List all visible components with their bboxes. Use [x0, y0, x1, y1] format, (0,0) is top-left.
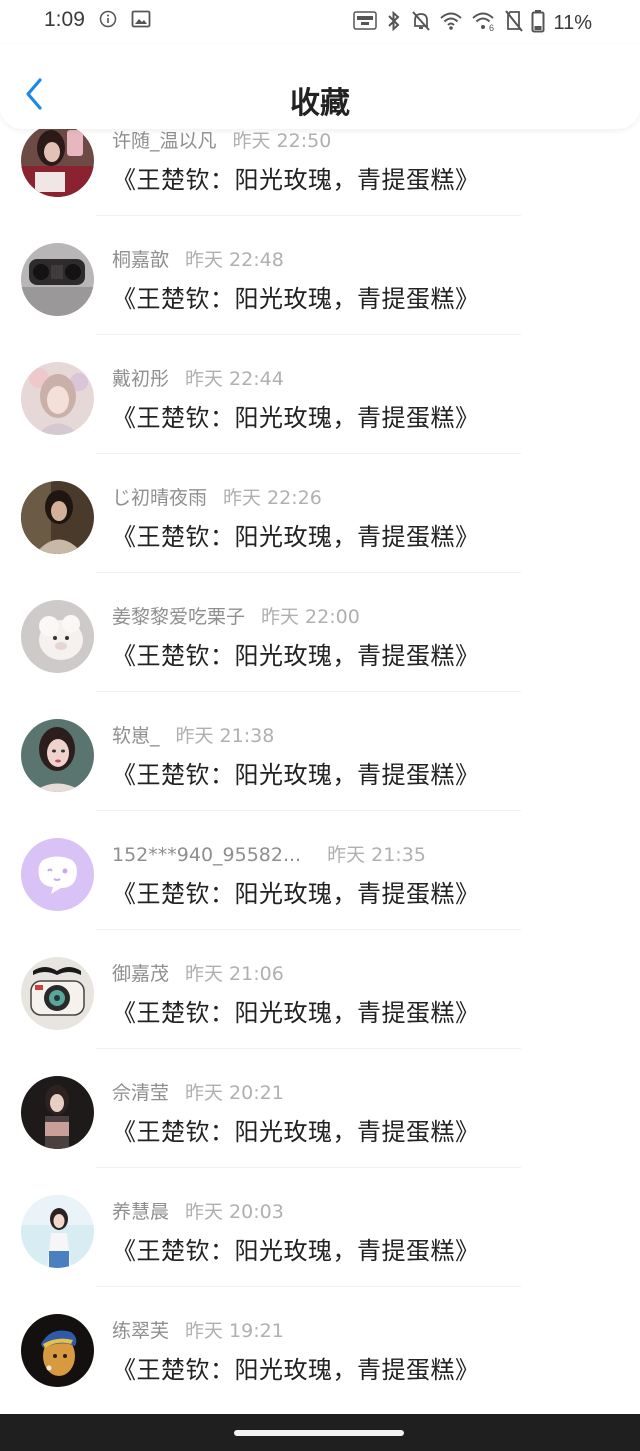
- user-name[interactable]: 152***940_95582...: [112, 844, 301, 866]
- avatar[interactable]: [21, 243, 94, 316]
- article-title[interactable]: 《王楚钦：阳光玫瑰，青提蛋糕》: [112, 636, 480, 671]
- timestamp: 昨天 21:35: [327, 844, 426, 866]
- list-item[interactable]: 练翠芙 昨天 19:21 《王楚钦：阳光玫瑰，青提蛋糕》: [0, 1314, 640, 1414]
- list-item[interactable]: 152***940_95582... 昨天 21:35 《王楚钦：阳光玫瑰，青提蛋…: [0, 838, 640, 957]
- user-name[interactable]: 练翠芙: [112, 1320, 169, 1342]
- user-name[interactable]: 养慧晨: [112, 1201, 169, 1223]
- user-name[interactable]: 御嘉茂: [112, 963, 169, 985]
- page-title: 收藏: [290, 86, 350, 121]
- timestamp: 昨天 20:21: [185, 1082, 284, 1104]
- avatar[interactable]: [21, 124, 94, 197]
- article-title[interactable]: 《王楚钦：阳光玫瑰，青提蛋糕》: [112, 993, 480, 1028]
- timestamp: 昨天 20:03: [185, 1201, 284, 1223]
- header: 收藏: [0, 44, 640, 129]
- user-name[interactable]: じ初晴夜雨: [112, 487, 207, 509]
- list-item[interactable]: 戴初彤 昨天 22:44 《王楚钦：阳光玫瑰，青提蛋糕》: [0, 362, 640, 481]
- list-item[interactable]: 桐嘉歆 昨天 22:48 《王楚钦：阳光玫瑰，青提蛋糕》: [0, 243, 640, 362]
- article-title[interactable]: 《王楚钦：阳光玫瑰，青提蛋糕》: [112, 517, 480, 552]
- list-item[interactable]: 软崽_ 昨天 21:38 《王楚钦：阳光玫瑰，青提蛋糕》: [0, 719, 640, 838]
- timestamp: 昨天 22:44: [185, 368, 284, 390]
- avatar[interactable]: [21, 838, 94, 911]
- divider: [96, 572, 521, 573]
- user-name[interactable]: 软崽_: [112, 725, 160, 747]
- home-handle[interactable]: [234, 1430, 404, 1436]
- divider: [96, 1286, 521, 1287]
- user-name[interactable]: 许随_温以凡: [112, 130, 217, 152]
- timestamp: 昨天 19:21: [185, 1320, 284, 1342]
- timestamp: 昨天 22:26: [223, 487, 322, 509]
- user-name[interactable]: 姜黎黎爱吃栗子: [112, 606, 245, 628]
- user-name[interactable]: 戴初彤: [112, 368, 169, 390]
- article-title[interactable]: 《王楚钦：阳光玫瑰，青提蛋糕》: [112, 874, 480, 909]
- divider: [96, 929, 521, 930]
- divider: [96, 334, 521, 335]
- article-title[interactable]: 《王楚钦：阳光玫瑰，青提蛋糕》: [112, 279, 480, 314]
- avatar[interactable]: [21, 719, 94, 792]
- timestamp: 昨天 21:06: [185, 963, 284, 985]
- avatar[interactable]: [21, 957, 94, 1030]
- divider: [96, 1048, 521, 1049]
- user-name[interactable]: 佘清莹: [112, 1082, 169, 1104]
- avatar[interactable]: [21, 600, 94, 673]
- avatar[interactable]: [21, 1314, 94, 1387]
- timestamp: 昨天 22:48: [185, 249, 284, 271]
- timestamp: 昨天 22:50: [232, 130, 332, 152]
- article-title[interactable]: 《王楚钦：阳光玫瑰，青提蛋糕》: [112, 160, 480, 195]
- list-item[interactable]: 御嘉茂 昨天 21:06 《王楚钦：阳光玫瑰，青提蛋糕》: [0, 957, 640, 1076]
- list-item[interactable]: 养慧晨 昨天 20:03 《王楚钦：阳光玫瑰，青提蛋糕》: [0, 1195, 640, 1314]
- list-item[interactable]: 许随_温以凡 昨天 22:50 《王楚钦：阳光玫瑰，青提蛋糕》: [0, 124, 640, 243]
- divider: [96, 1167, 521, 1168]
- article-title[interactable]: 《王楚钦：阳光玫瑰，青提蛋糕》: [112, 1231, 480, 1266]
- list-item[interactable]: 佘清莹 昨天 20:21 《王楚钦：阳光玫瑰，青提蛋糕》: [0, 1076, 640, 1195]
- article-title[interactable]: 《王楚钦：阳光玫瑰，青提蛋糕》: [112, 1350, 480, 1385]
- divider: [96, 691, 521, 692]
- article-title[interactable]: 《王楚钦：阳光玫瑰，青提蛋糕》: [112, 1112, 480, 1147]
- list-item[interactable]: 姜黎黎爱吃栗子 昨天 22:00 《王楚钦：阳光玫瑰，青提蛋糕》: [0, 600, 640, 719]
- article-title[interactable]: 《王楚钦：阳光玫瑰，青提蛋糕》: [112, 398, 480, 433]
- system-nav-bar: [0, 1414, 640, 1451]
- avatar[interactable]: [21, 362, 94, 435]
- divider: [96, 810, 521, 811]
- timestamp: 昨天 22:00: [261, 606, 360, 628]
- article-title[interactable]: 《王楚钦：阳光玫瑰，青提蛋糕》: [112, 755, 480, 790]
- user-name[interactable]: 桐嘉歆: [112, 249, 169, 271]
- favorites-list: 许随_温以凡 昨天 22:50 《王楚钦：阳光玫瑰，青提蛋糕》 桐嘉歆 昨天 22:…: [0, 0, 640, 1414]
- divider: [96, 453, 521, 454]
- list-item[interactable]: じ初晴夜雨 昨天 22:26 《王楚钦：阳光玫瑰，青提蛋糕》: [0, 481, 640, 600]
- avatar[interactable]: [21, 1195, 94, 1268]
- avatar[interactable]: [21, 481, 94, 554]
- timestamp: 昨天 21:38: [175, 725, 275, 747]
- avatar[interactable]: [21, 1076, 94, 1149]
- divider: [96, 215, 521, 216]
